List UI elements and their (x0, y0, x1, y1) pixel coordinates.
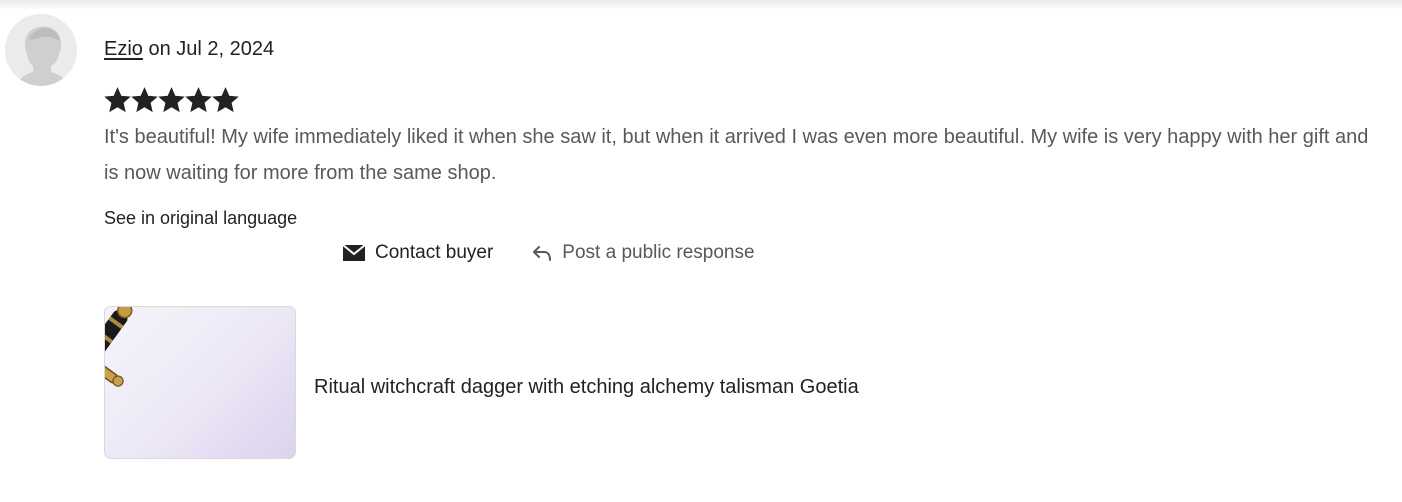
star-icon (158, 87, 185, 113)
dagger-image (105, 307, 133, 387)
contact-buyer-label: Contact buyer (375, 242, 494, 263)
envelope-icon (342, 243, 366, 263)
star-rating (104, 86, 239, 114)
review-header: Ezio on Jul 2, 2024 (104, 36, 274, 62)
review-text: It's beautiful! My wife immediately like… (104, 126, 1369, 184)
star-icon (185, 87, 212, 113)
see-original-language-link[interactable]: See in original language (104, 206, 297, 230)
product-thumbnail[interactable] (104, 306, 296, 459)
contact-buyer-button[interactable]: Contact buyer (342, 240, 493, 266)
reply-arrow-icon (531, 243, 553, 263)
review-date: on Jul 2, 2024 (142, 38, 275, 60)
header-shadow (0, 0, 1402, 10)
user-silhouette-icon (5, 14, 77, 86)
star-icon (104, 87, 131, 113)
post-public-response-label: Post a public response (562, 242, 755, 263)
reviewer-name-link[interactable]: Ezio (104, 38, 143, 60)
star-icon (131, 87, 158, 113)
avatar (5, 14, 77, 86)
product-title-link[interactable]: Ritual witchcraft dagger with etching al… (314, 374, 859, 400)
post-public-response-button[interactable]: Post a public response (531, 240, 755, 266)
review-actions: Contact buyer Post a public response (342, 240, 755, 266)
star-icon (212, 87, 239, 113)
